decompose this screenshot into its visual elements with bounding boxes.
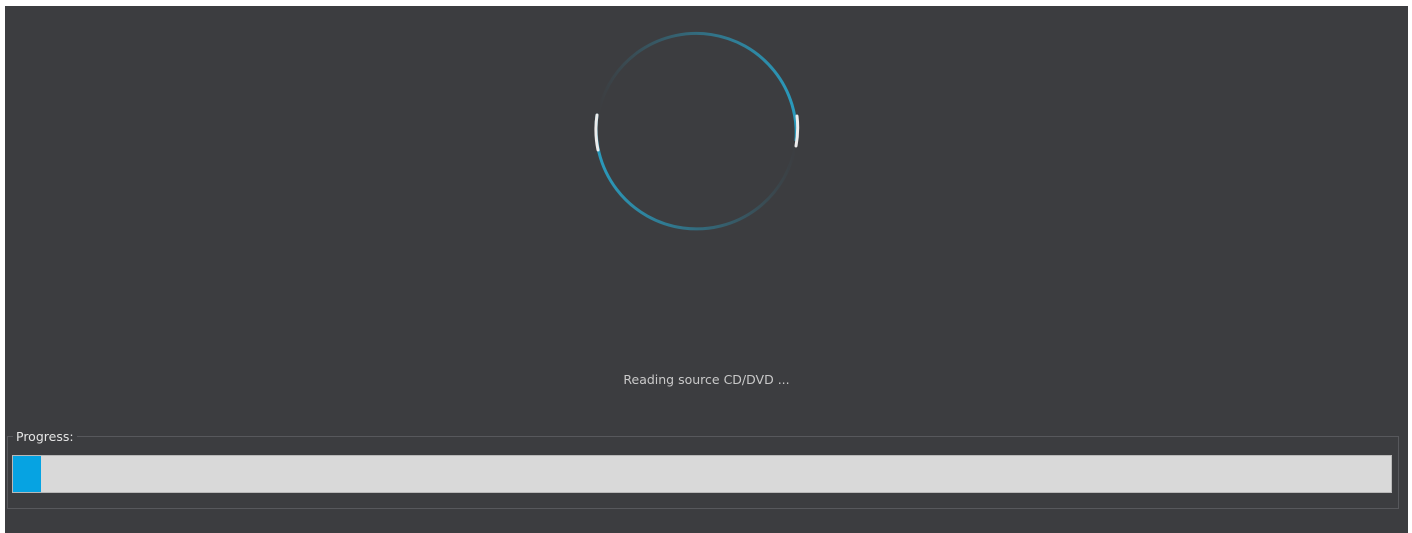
progress-bar: [12, 455, 1392, 493]
app-window: Reading source CD/DVD ... Progress:: [5, 6, 1408, 533]
progress-group: Progress:: [7, 430, 1399, 509]
loading-spinner-icon: [594, 31, 800, 231]
status-message: Reading source CD/DVD ...: [623, 372, 790, 387]
progress-label: Progress:: [13, 430, 77, 444]
progress-bar-fill: [13, 456, 41, 492]
